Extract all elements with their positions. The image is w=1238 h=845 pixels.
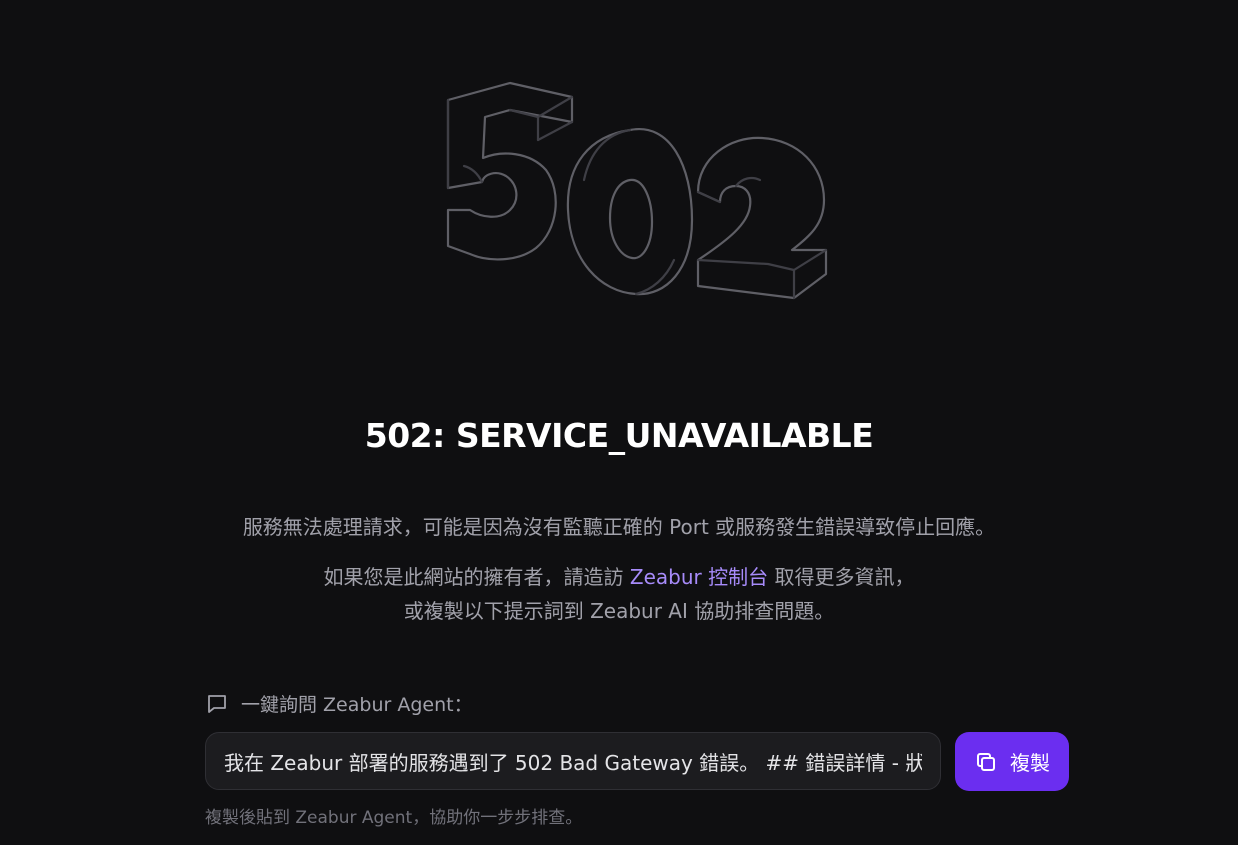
digit-2-shape xyxy=(696,136,828,300)
zeabur-console-link[interactable]: Zeabur 控制台 xyxy=(630,565,768,589)
owner-instructions: 如果您是此網站的擁有者，請造訪 Zeabur 控制台 取得更多資訊， 或複製以下… xyxy=(0,560,1238,628)
owner-instructions-suffix: 取得更多資訊， xyxy=(768,565,915,589)
error-page: 502: SERVICE_UNAVAILABLE 服務無法處理請求，可能是因為沒… xyxy=(0,0,1238,845)
copy-button-label: 複製 xyxy=(1010,751,1050,775)
error-description: 服務無法處理請求，可能是因為沒有監聽正確的 Port 或服務發生錯誤導致停止回應… xyxy=(242,515,996,539)
digit-5-shape xyxy=(446,81,574,261)
digit-0-shape xyxy=(566,127,694,296)
owner-instructions-line3: 或複製以下提示詞到 Zeabur AI 協助排查問題。 xyxy=(403,599,835,623)
chat-bubble-icon xyxy=(208,694,226,713)
502-illustration-icon xyxy=(446,81,828,300)
copy-hint: 複製後貼到 Zeabur Agent，協助你一步步排查。 xyxy=(205,808,583,828)
error-title: 502: SERVICE_UNAVAILABLE xyxy=(364,416,874,455)
copy-button[interactable]: 複製 xyxy=(955,732,1069,791)
prompt-text[interactable]: 我在 Zeabur 部署的服務遇到了 502 Bad Gateway 錯誤。 #… xyxy=(224,747,922,776)
copy-icon xyxy=(977,752,995,771)
agent-section-label: 一鍵詢問 Zeabur Agent： xyxy=(205,690,473,717)
owner-instructions-prefix: 如果您是此網站的擁有者，請造訪 xyxy=(323,565,630,589)
prompt-field[interactable]: 我在 Zeabur 部署的服務遇到了 502 Bad Gateway 錯誤。 #… xyxy=(205,732,941,790)
agent-label-text: 一鍵詢問 Zeabur Agent： xyxy=(241,694,473,716)
